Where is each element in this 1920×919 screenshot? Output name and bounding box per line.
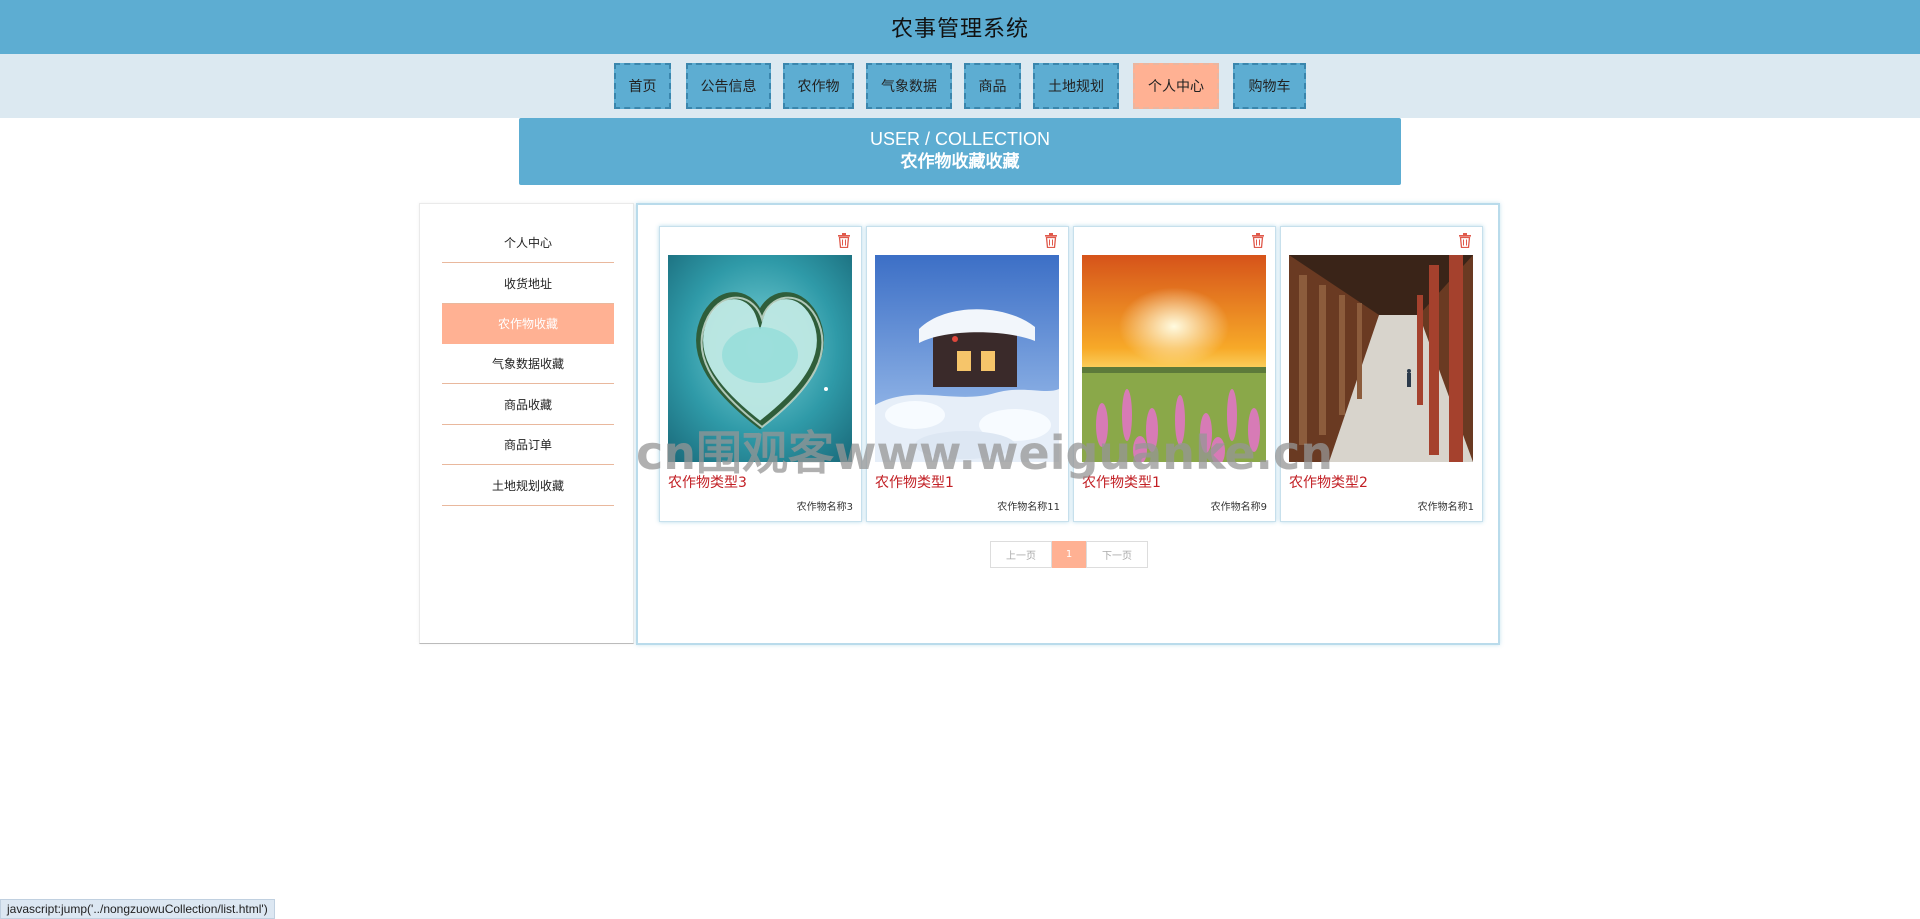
crop-type: 农作物类型3: [668, 475, 747, 491]
main-nav: 首页 公告信息 农作物 气象数据 商品 土地规划 个人中心 购物车: [0, 54, 1920, 118]
crop-name: 农作物名称11: [997, 502, 1060, 513]
app-title: 农事管理系统: [890, 17, 1029, 42]
nav-item-user-center[interactable]: 个人中心: [1133, 63, 1219, 109]
trash-icon[interactable]: [1458, 233, 1472, 248]
collection-card[interactable]: 农作物类型2 农作物名称1: [1280, 226, 1483, 522]
collection-card[interactable]: 农作物类型1 农作物名称9: [1073, 226, 1276, 522]
nav-item-home[interactable]: 首页: [614, 63, 671, 109]
crop-image-heart-island[interactable]: [668, 255, 852, 462]
sidebar-item-orders[interactable]: 商品订单: [442, 425, 614, 465]
sidebar-item-land-collection[interactable]: 土地规划收藏: [442, 466, 614, 506]
user-sidebar: 个人中心 收货地址 农作物收藏 气象数据收藏 商品收藏 商品订单 土地规划收藏: [419, 203, 634, 644]
crop-image-sunset-flowers[interactable]: [1082, 255, 1266, 462]
nav-item-cart[interactable]: 购物车: [1233, 63, 1306, 109]
collection-panel: 农作物类型3 农作物名称3 农作物类型1 农作物名称11 农作物类型1 农作物名…: [636, 203, 1500, 645]
trash-icon[interactable]: [1251, 233, 1265, 248]
nav-item-goods[interactable]: 商品: [964, 63, 1021, 109]
crop-name: 农作物名称9: [1210, 502, 1267, 513]
page-number-current[interactable]: 1: [1052, 541, 1086, 568]
pagination: 上一页 1 下一页: [990, 541, 1148, 568]
crop-name: 农作物名称3: [796, 502, 853, 513]
prev-page-button[interactable]: 上一页: [990, 541, 1052, 568]
crop-type: 农作物类型1: [1082, 475, 1161, 491]
collection-card[interactable]: 农作物类型3 农作物名称3: [659, 226, 862, 522]
crop-type: 农作物类型2: [1289, 475, 1368, 491]
nav-item-crops[interactable]: 农作物: [783, 63, 854, 109]
page-banner: USER / COLLECTION 农作物收藏收藏: [519, 118, 1401, 185]
nav-item-land-planning[interactable]: 土地规划: [1033, 63, 1119, 109]
crop-image-snow-cabin[interactable]: [875, 255, 1059, 462]
trash-icon[interactable]: [837, 233, 851, 248]
app-header: 农事管理系统: [0, 0, 1920, 54]
sidebar-item-user-center[interactable]: 个人中心: [442, 223, 614, 263]
browser-status-bar: javascript:jump('../nongzuowuCollection/…: [0, 899, 275, 919]
sidebar-item-crop-collection[interactable]: 农作物收藏: [442, 304, 614, 344]
next-page-button[interactable]: 下一页: [1086, 541, 1148, 568]
crop-image-temple-corridor[interactable]: [1289, 255, 1473, 462]
crop-type: 农作物类型1: [875, 475, 954, 491]
collection-card[interactable]: 农作物类型1 农作物名称11: [866, 226, 1069, 522]
sidebar-item-weather-collection[interactable]: 气象数据收藏: [442, 344, 614, 384]
trash-icon[interactable]: [1044, 233, 1058, 248]
sidebar-item-address[interactable]: 收货地址: [442, 264, 614, 304]
banner-title-cn: 农作物收藏收藏: [900, 152, 1020, 172]
banner-subtitle-en: USER / COLLECTION: [869, 129, 1051, 149]
crop-name: 农作物名称1: [1417, 502, 1474, 513]
nav-item-announcements[interactable]: 公告信息: [686, 63, 771, 109]
sidebar-item-goods-collection[interactable]: 商品收藏: [442, 385, 614, 425]
nav-item-weather[interactable]: 气象数据: [866, 63, 952, 109]
